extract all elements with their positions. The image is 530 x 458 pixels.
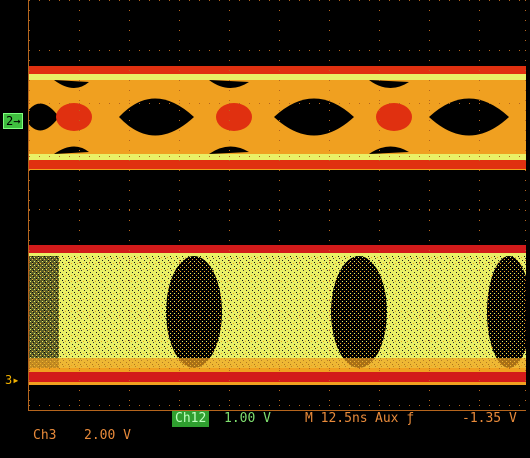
timebase-readout: M 12.5ns <box>305 411 368 426</box>
channel-2-marker[interactable]: 2→ <box>3 113 24 129</box>
waveform-canvas <box>29 0 526 406</box>
ch3-scale: 2.00 V <box>84 428 131 443</box>
waveform-screen <box>28 0 526 411</box>
eye-diagram-lower <box>29 256 526 368</box>
rising-edge-icon: ƒ <box>406 411 415 426</box>
rail-lower-glow <box>29 368 526 372</box>
trigger-level: -1.35 V <box>462 411 517 426</box>
eye-diagram-upper <box>29 66 526 170</box>
channel-3-marker[interactable]: 3▸ <box>3 373 21 387</box>
ch12-scale: 1.00 V <box>224 411 271 426</box>
rail-lower <box>29 372 526 382</box>
arrow-right-icon: → <box>13 114 21 128</box>
rail-upper <box>29 245 526 253</box>
ch3-label[interactable]: Ch3 <box>33 428 56 444</box>
trigger-source: Aux ƒ <box>375 411 415 426</box>
arrow-right-icon: ▸ <box>12 373 20 387</box>
oscilloscope-display: 2→ 3▸ Ch12 1.00 V M 12.5ns Aux ƒ -1.35 V… <box>0 0 530 458</box>
ch12-label[interactable]: Ch12 <box>172 411 210 427</box>
